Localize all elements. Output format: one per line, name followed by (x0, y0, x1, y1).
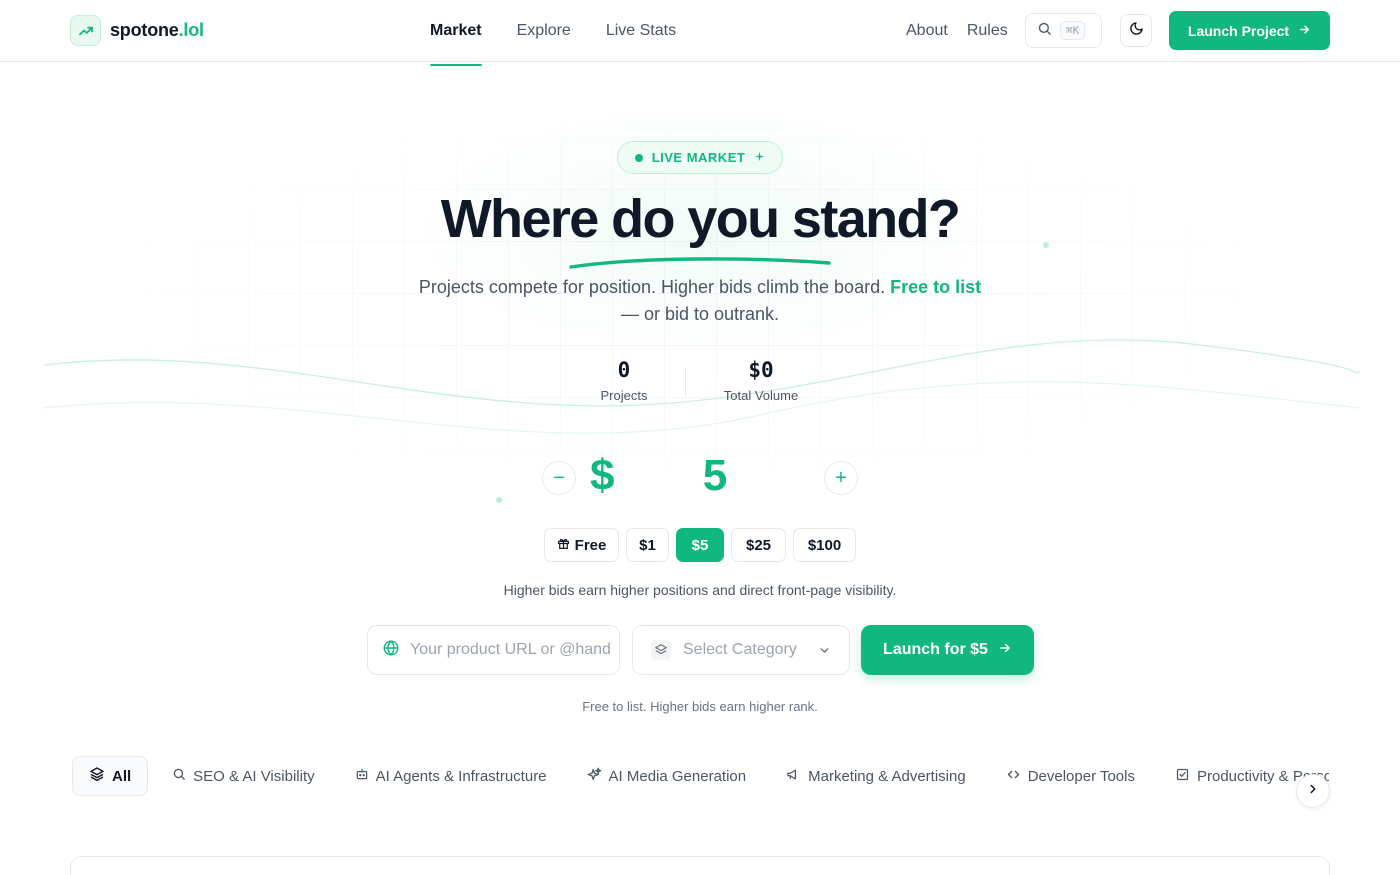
tab-ai-media-generation[interactable]: AI Media Generation (567, 756, 767, 796)
theme-toggle-button[interactable] (1120, 14, 1152, 47)
search-icon (172, 767, 186, 785)
tab-ai-agents-infrastructure[interactable]: AI Agents & Infrastructure (335, 756, 567, 796)
brand-name: spotone.lol (110, 20, 204, 40)
brand-logo[interactable]: spotone.lol (70, 15, 204, 46)
category-tabs: All SEO & AI Visibility AI Agents & Infr… (72, 756, 1329, 796)
preset-25-button[interactable]: $25 (731, 528, 786, 562)
nav-rules[interactable]: Rules (967, 22, 1008, 40)
fine-print: Free to list. Higher bids earn higher ra… (582, 699, 818, 714)
gift-icon (557, 537, 570, 554)
projects-count: 0 (617, 358, 631, 382)
bot-icon (355, 767, 369, 785)
volume-stat: $0 Total Volume (712, 358, 810, 403)
shortcut-hint: ⌘K (1060, 21, 1086, 40)
tab-all[interactable]: All (72, 756, 149, 796)
sparkles-icon (587, 767, 602, 786)
launch-submit-label: Launch for $5 (883, 641, 988, 658)
secondary-nav: About Rules (906, 0, 1008, 62)
tab-marketing-advertising[interactable]: Marketing & Advertising (766, 756, 986, 796)
preset-1-button[interactable]: $1 (626, 528, 669, 562)
url-field-wrapper (367, 625, 620, 675)
hero-wave-decoration (43, 339, 1361, 434)
increase-bid-button[interactable]: + (824, 461, 858, 495)
globe-icon (382, 639, 400, 662)
nav-about[interactable]: About (906, 22, 948, 40)
chevron-right-icon (1306, 782, 1320, 801)
layers-icon (89, 766, 105, 786)
category-select[interactable]: Select Category (632, 625, 850, 675)
volume-label: Total Volume (723, 388, 799, 403)
launch-project-label: Launch Project (1187, 22, 1290, 39)
megaphone-icon (786, 767, 801, 786)
bid-amount-value[interactable]: 5 (690, 451, 740, 501)
bid-hint: Higher bids earn higher positions and di… (503, 582, 897, 598)
launch-submit-button[interactable]: Launch for $5 (861, 625, 1034, 675)
check-square-icon (1175, 767, 1190, 786)
layers-icon (651, 640, 671, 660)
main-nav: Market Explore Live Stats (430, 0, 676, 66)
top-header: spotone.lol Market Explore Live Stats Ab… (0, 0, 1400, 66)
stat-divider (685, 368, 686, 396)
categories-scroll-right-button[interactable] (1296, 774, 1330, 808)
live-market-badge: LIVE MARKET (617, 141, 783, 174)
currency-symbol: $ (590, 451, 615, 500)
page-title: Where do you stand? (440, 189, 961, 249)
live-dot-icon (634, 153, 643, 162)
chevron-down-icon (818, 644, 831, 662)
bid-presets: Free $1 $5 $25 $100 (544, 528, 856, 562)
moon-icon (1129, 21, 1144, 41)
nav-live-stats[interactable]: Live Stats (606, 0, 676, 62)
decrease-bid-button[interactable]: − (542, 461, 576, 495)
trending-up-icon (70, 15, 101, 46)
product-url-input[interactable] (410, 641, 610, 659)
category-select-value: Select Category (683, 641, 797, 658)
projects-board-card (70, 856, 1330, 875)
preset-100-button[interactable]: $100 (793, 528, 856, 562)
tab-developer-tools[interactable]: Developer Tools (986, 756, 1155, 796)
sparkle-icon (754, 150, 765, 165)
launch-project-button[interactable]: Launch Project (1169, 11, 1330, 50)
volume-value: $0 (748, 358, 774, 382)
live-market-label: LIVE MARKET (651, 150, 746, 165)
search-button[interactable]: ⌘K (1025, 13, 1102, 48)
hero-subtitle: Projects compete for position. Higher bi… (418, 277, 982, 324)
projects-label: Projects (600, 388, 648, 403)
search-icon (1037, 21, 1052, 41)
title-underline-stroke (569, 257, 831, 269)
preset-free-button[interactable]: Free (544, 528, 619, 562)
sparkle-dot (496, 497, 502, 503)
arrow-right-icon (998, 641, 1012, 660)
code-icon (1006, 767, 1021, 786)
nav-explore[interactable]: Explore (517, 0, 571, 62)
tab-seo-ai-visibility[interactable]: SEO & AI Visibility (152, 756, 334, 796)
projects-stat: 0 Projects (584, 358, 664, 403)
nav-market[interactable]: Market (430, 0, 482, 66)
arrow-right-icon (1298, 23, 1311, 39)
preset-5-button[interactable]: $5 (676, 528, 724, 562)
